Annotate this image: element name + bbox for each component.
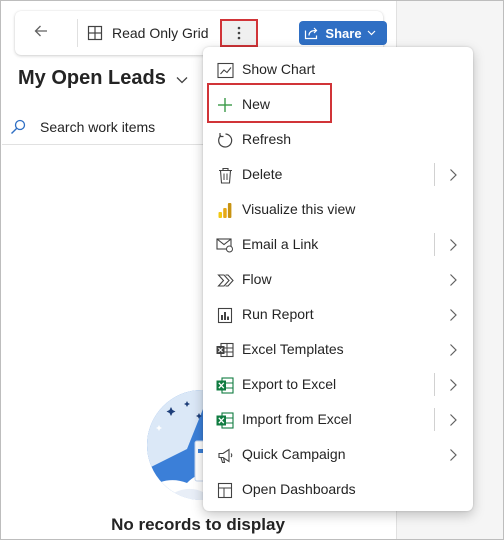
chevron-right-icon[interactable] [447,168,459,182]
view-title: My Open Leads [18,67,166,89]
chevron-right-icon[interactable] [447,238,459,252]
menu-item-visualize-view[interactable]: Visualize this view [203,192,473,227]
refresh-icon [216,131,234,149]
menu-item-label: Refresh [242,131,292,147]
more-commands-button[interactable] [220,19,258,47]
menu-item-label: Visualize this view [242,201,356,217]
menu-item-label: Excel Templates [242,341,344,357]
split-divider [434,233,435,256]
menu-item-label: Import from Excel [242,411,352,427]
email-link-icon [216,236,234,254]
more-commands-menu: Show Chart New Refresh Delete Visualize … [203,47,473,511]
trash-icon [216,166,234,184]
menu-item-label: Delete [242,166,283,182]
new-highlight-box [207,83,332,123]
menu-item-run-report[interactable]: Run Report [203,297,473,332]
menu-item-show-chart[interactable]: Show Chart [203,52,473,87]
menu-item-label: Run Report [242,306,314,322]
campaign-icon [216,446,234,464]
menu-item-flow[interactable]: Flow [203,262,473,297]
menu-item-excel-templates[interactable]: Excel Templates [203,332,473,367]
menu-item-label: Show Chart [242,61,316,77]
excel-import-icon [216,411,234,429]
excel-templates-icon [216,341,234,359]
chevron-right-icon[interactable] [447,413,459,427]
search-input[interactable] [40,118,220,135]
menu-item-label: Export to Excel [242,376,337,392]
menu-item-refresh[interactable]: Refresh [203,122,473,157]
excel-export-icon [216,376,234,394]
share-button[interactable]: Share [299,21,387,45]
chevron-down-icon [176,67,188,90]
toolbar-divider [77,19,78,47]
search-icon [11,119,26,134]
chevron-right-icon [450,344,457,356]
split-divider [434,408,435,431]
menu-item-label: Email a Link [242,236,319,252]
dashboard-icon [216,481,234,499]
view-selector[interactable]: My Open Leads [18,67,188,90]
menu-item-export-excel[interactable]: Export to Excel [203,367,473,402]
chevron-right-icon [450,309,457,321]
split-divider [434,163,435,186]
power-bi-icon [216,201,234,219]
share-label: Share [325,25,362,41]
grid-icon [87,25,103,41]
menu-item-email-link[interactable]: Email a Link [203,227,473,262]
read-only-grid-label: Read Only Grid [112,25,209,41]
empty-state-message: No records to display [111,515,285,534]
menu-item-label: Open Dashboards [242,481,356,497]
menu-item-open-dashboards[interactable]: Open Dashboards [203,472,473,507]
chevron-right-icon[interactable] [447,378,459,392]
menu-item-quick-campaign[interactable]: Quick Campaign [203,437,473,472]
read-only-grid-button[interactable]: Read Only Grid [87,11,208,55]
menu-item-label: Flow [242,271,272,287]
share-icon [305,27,318,40]
chart-icon [216,61,234,79]
menu-item-delete[interactable]: Delete [203,157,473,192]
more-vertical-icon [237,26,241,40]
menu-item-label: Quick Campaign [242,446,346,462]
flow-icon [216,271,234,289]
chevron-down-icon [367,28,382,39]
chevron-right-icon [450,274,457,286]
back-button[interactable] [29,23,53,43]
menu-item-import-excel[interactable]: Import from Excel [203,402,473,437]
split-divider [434,373,435,396]
arrow-left-icon [34,25,47,37]
report-icon [216,306,234,324]
chevron-right-icon [450,449,457,461]
